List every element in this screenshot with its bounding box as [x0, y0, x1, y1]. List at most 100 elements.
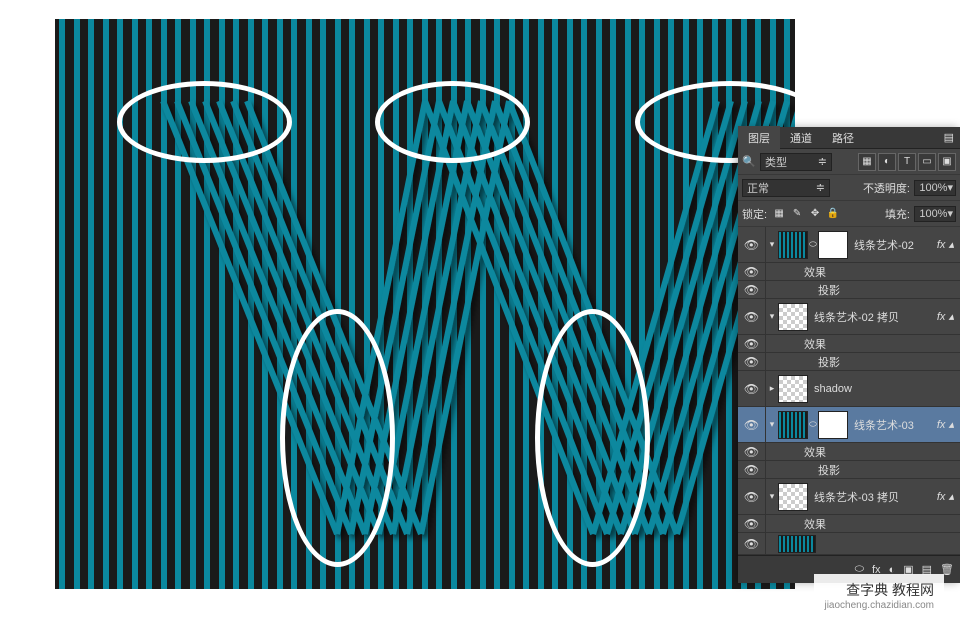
fx-badge[interactable]: fx ▴ — [931, 490, 960, 503]
watermark-url: jiaocheng.chazidian.com — [824, 600, 934, 611]
effects-label: 效果 — [800, 264, 826, 280]
mask-thumbnail — [818, 231, 848, 259]
layer-row[interactable]: 👁 ▾ ⬭ 线条艺术-02 fx ▴ — [738, 227, 960, 263]
opacity-input[interactable]: 100% ▾ — [914, 180, 956, 196]
layer-name[interactable]: 线条艺术-02 — [848, 237, 931, 253]
visibility-eye-icon[interactable]: 👁 — [744, 382, 759, 396]
fx-effects-row: 👁 效果 — [738, 263, 960, 281]
layer-filter-row: 🔍 类型 ≑ ▦ ◐ T ▭ ▣ — [738, 149, 960, 175]
visibility-eye-icon[interactable]: 👁 — [744, 463, 759, 477]
disclosure-triangle-icon[interactable]: ▾ — [766, 419, 778, 430]
filter-adjust-icon[interactable]: ◐ — [878, 153, 896, 171]
layer-name[interactable]: 线条艺术-03 — [848, 417, 931, 433]
chevron-down-icon: ▾ — [947, 207, 953, 220]
filter-shape-icon[interactable]: ▭ — [918, 153, 936, 171]
filter-icons: ▦ ◐ T ▭ ▣ — [858, 153, 956, 171]
disclosure-triangle-icon[interactable]: ▸ — [766, 383, 778, 394]
tab-paths[interactable]: 路径 — [822, 126, 864, 150]
layer-name[interactable]: 线条艺术-02 拷贝 — [808, 309, 931, 325]
layers-list: 👁 ▾ ⬭ 线条艺术-02 fx ▴👁效果👁投影👁 ▾ 线条艺术-02 拷贝 f… — [738, 227, 960, 533]
filter-type-label: 类型 — [765, 154, 787, 170]
visibility-eye-icon[interactable]: 👁 — [744, 490, 759, 504]
annotation-oval — [117, 81, 292, 163]
layer-name[interactable]: shadow — [808, 383, 960, 395]
layers-panel: 图层 通道 路径 ▤ 🔍 类型 ≑ ▦ ◐ T ▭ ▣ 正常 ≑ 不透明度: 1… — [738, 127, 960, 583]
visibility-eye-icon[interactable]: 👁 — [744, 310, 759, 324]
disclosure-triangle-icon[interactable]: ▾ — [766, 311, 778, 322]
lock-brush-icon[interactable]: ✎ — [789, 206, 805, 222]
blend-opacity-row: 正常 ≑ 不透明度: 100% ▾ — [738, 175, 960, 201]
fx-effects-row: 👁 效果 — [738, 443, 960, 461]
fx-effects-row: 👁 效果 — [738, 335, 960, 353]
layer-name[interactable]: 线条艺术-03 拷贝 — [808, 489, 931, 505]
effects-label: 效果 — [800, 336, 826, 352]
layer-row[interactable]: 👁 ▾ 线条艺术-02 拷贝 fx ▴ — [738, 299, 960, 335]
filter-type-select[interactable]: 类型 ≑ — [760, 153, 832, 171]
annotation-oval — [535, 309, 650, 567]
visibility-eye-icon[interactable]: 👁 — [744, 418, 759, 432]
visibility-eye-icon[interactable]: 👁 — [744, 283, 759, 297]
layer-thumbnail — [778, 231, 808, 259]
fx-badge[interactable]: fx ▴ — [931, 310, 960, 323]
blend-mode-select[interactable]: 正常 ≑ — [742, 179, 830, 197]
fill-label: 填充: — [885, 206, 910, 222]
watermark: 查字典 教程网 jiaocheng.chazidian.com — [814, 574, 944, 617]
tab-channels[interactable]: 通道 — [780, 126, 822, 150]
drop-shadow-label: 投影 — [814, 462, 840, 478]
visibility-eye-icon[interactable]: 👁 — [744, 238, 759, 252]
lock-label: 锁定: — [742, 206, 767, 222]
link-icon[interactable]: ⬭ — [808, 239, 818, 250]
filter-smart-icon[interactable]: ▣ — [938, 153, 956, 171]
fx-dropshadow-row[interactable]: 👁 投影 — [738, 353, 960, 371]
lock-fill-row: 锁定: ▦ ✎ ✥ 🔒 填充: 100% ▾ — [738, 201, 960, 227]
visibility-eye-icon[interactable]: 👁 — [744, 355, 759, 369]
lock-pixels-icon[interactable]: ▦ — [771, 206, 787, 222]
chevron-down-icon: ▾ — [947, 181, 953, 194]
visibility-eye-icon[interactable]: 👁 — [744, 265, 759, 279]
lock-move-icon[interactable]: ✥ — [807, 206, 823, 222]
effects-label: 效果 — [800, 516, 826, 532]
layer-row[interactable]: 👁 ▾ ⬭ 线条艺术-03 fx ▴ — [738, 407, 960, 443]
disclosure-triangle-icon[interactable]: ▾ — [766, 239, 778, 250]
drop-shadow-label: 投影 — [814, 282, 840, 298]
filter-pixel-icon[interactable]: ▦ — [858, 153, 876, 171]
opacity-value: 100% — [919, 182, 947, 194]
fill-input[interactable]: 100% ▾ — [914, 206, 956, 222]
blend-mode-value: 正常 — [747, 180, 769, 196]
lock-icons: ▦ ✎ ✥ 🔒 — [771, 206, 841, 222]
fx-dropshadow-row[interactable]: 👁 投影 — [738, 461, 960, 479]
chevron-down-icon: ≑ — [816, 181, 825, 194]
fx-dropshadow-row[interactable]: 👁 投影 — [738, 281, 960, 299]
search-icon: 🔍 — [742, 155, 756, 168]
watermark-text: 查字典 教程网 — [824, 580, 934, 600]
mask-thumbnail — [818, 411, 848, 439]
fill-value: 100% — [919, 208, 947, 220]
layer-thumbnail — [778, 303, 808, 331]
filter-text-icon[interactable]: T — [898, 153, 916, 171]
layer-row[interactable]: 👁 ▸ shadow — [738, 371, 960, 407]
layer-row-background[interactable]: 👁 — [738, 533, 960, 555]
tab-layers[interactable]: 图层 — [738, 126, 780, 150]
opacity-label: 不透明度: — [863, 180, 910, 196]
link-icon[interactable]: ⬭ — [808, 419, 818, 430]
fx-effects-row: 👁 效果 — [738, 515, 960, 533]
layer-thumbnail — [778, 535, 816, 553]
lock-all-icon[interactable]: 🔒 — [825, 206, 841, 222]
disclosure-triangle-icon[interactable]: ▾ — [766, 491, 778, 502]
visibility-eye-icon[interactable]: 👁 — [744, 517, 759, 531]
visibility-eye-icon[interactable]: 👁 — [744, 337, 759, 351]
chevron-down-icon: ≑ — [818, 155, 827, 168]
effects-label: 效果 — [800, 444, 826, 460]
layer-thumbnail — [778, 483, 808, 511]
drop-shadow-label: 投影 — [814, 354, 840, 370]
annotation-oval — [280, 309, 395, 567]
annotation-oval — [375, 81, 530, 163]
visibility-eye-icon[interactable]: 👁 — [744, 537, 759, 551]
panel-menu-icon[interactable]: ▤ — [938, 131, 960, 144]
fx-badge[interactable]: fx ▴ — [931, 238, 960, 251]
layer-thumbnail — [778, 411, 808, 439]
visibility-eye-icon[interactable]: 👁 — [744, 445, 759, 459]
layer-row[interactable]: 👁 ▾ 线条艺术-03 拷贝 fx ▴ — [738, 479, 960, 515]
panel-tabs: 图层 通道 路径 ▤ — [738, 127, 960, 149]
fx-badge[interactable]: fx ▴ — [931, 418, 960, 431]
